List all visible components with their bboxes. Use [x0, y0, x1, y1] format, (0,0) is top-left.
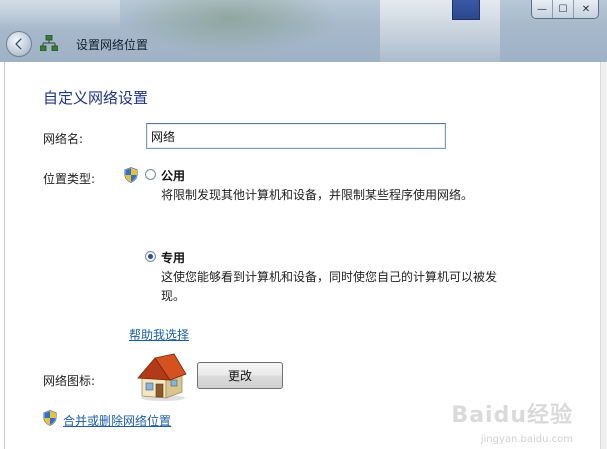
private-option-description-line1: 这使您能够看到计算机和设备，同时使您自己的计算机可以被发 — [161, 270, 498, 284]
private-radio[interactable] — [145, 251, 156, 262]
network-name-input[interactable] — [146, 123, 446, 149]
house-icon — [137, 353, 187, 401]
private-option-title[interactable]: 专用 — [161, 249, 185, 266]
maximize-button[interactable]: ☐ — [552, 0, 573, 18]
public-radio[interactable] — [145, 169, 156, 180]
glass-background-left — [0, 0, 120, 30]
minimize-button[interactable]: — — [532, 0, 552, 18]
help-me-choose-link[interactable]: 帮助我选择 — [129, 326, 189, 343]
watermark: Baidu经验 — [451, 403, 573, 428]
change-icon-button[interactable]: 更改 — [197, 362, 283, 389]
background-window-icon — [452, 0, 480, 20]
shield-icon — [124, 167, 138, 183]
network-name-label: 网络名: — [43, 132, 84, 146]
private-option-description-line2: 现。 — [161, 289, 186, 303]
network-icon — [40, 35, 58, 51]
network-icon-label: 网络图标: — [43, 374, 96, 388]
close-button[interactable]: ✕ — [573, 0, 598, 18]
window-title: 设置网络位置 — [76, 38, 149, 52]
main-content: 自定义网络设置 网络名: 位置类型: 公用 将限制发现其他计算机和设备，并限制某… — [4, 62, 607, 449]
location-type-label: 位置类型: — [43, 172, 96, 186]
shield-icon — [43, 410, 57, 426]
navigation-bar: 设置网络位置 — [0, 30, 607, 58]
watermark-url: jingyan.baidu.com — [480, 434, 573, 445]
back-button[interactable] — [6, 31, 32, 57]
public-option-title[interactable]: 公用 — [161, 167, 185, 184]
page-heading: 自定义网络设置 — [43, 89, 149, 107]
public-option-description: 将限制发现其他计算机和设备，并限制某些程序使用网络。 — [161, 188, 474, 202]
merge-delete-locations-link[interactable]: 合并或删除网络位置 — [63, 412, 171, 429]
back-arrow-icon — [14, 37, 23, 51]
title-bar: — ☐ ✕ 设置网络位置 — [0, 0, 607, 62]
window-edge — [600, 62, 607, 449]
window-controls: — ☐ ✕ — [531, 0, 599, 19]
